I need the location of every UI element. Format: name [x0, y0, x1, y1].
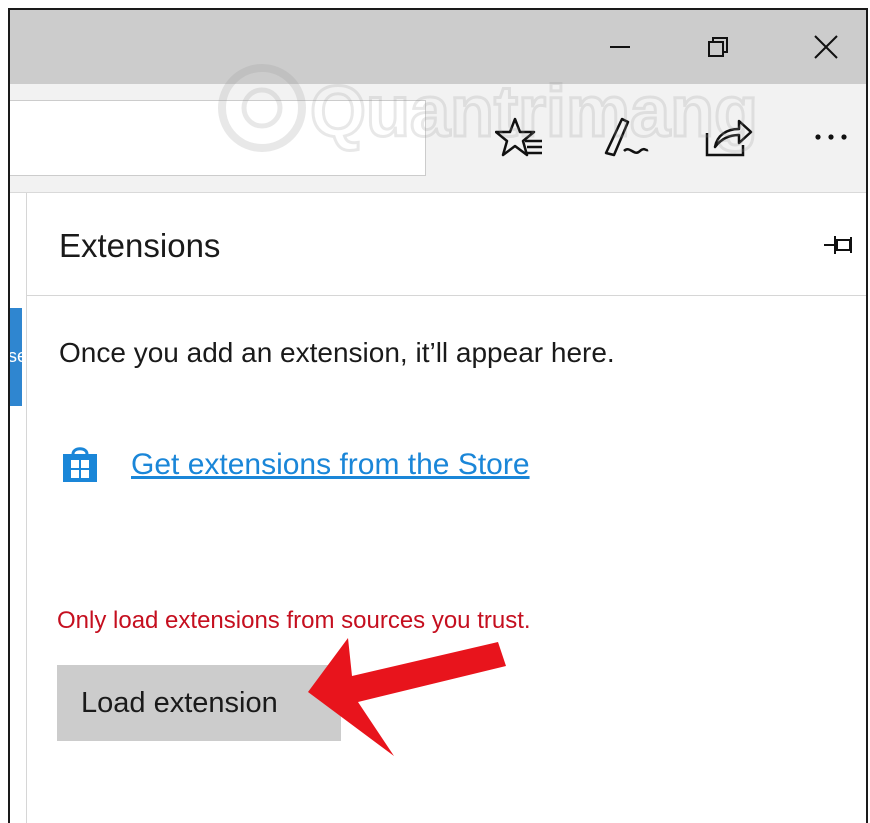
- pin-icon: [824, 236, 852, 254]
- page-content-edge: [10, 193, 26, 823]
- page-side-tab-text: se: [10, 346, 22, 367]
- pin-button[interactable]: [823, 231, 857, 259]
- store-bag-icon: [63, 447, 97, 482]
- close-button[interactable]: [796, 10, 856, 84]
- more-button[interactable]: [796, 104, 866, 170]
- store-link[interactable]: Get extensions from the Store: [59, 443, 530, 487]
- red-arrow-annotation: [308, 638, 506, 756]
- store-link-text[interactable]: Get extensions from the Store: [131, 448, 530, 482]
- empty-extensions-message: Once you add an extension, it’ll appear …: [59, 337, 615, 368]
- quantrimang-watermark: Quantrimang: [218, 64, 760, 154]
- trust-warning: Only load extensions from sources you tr…: [57, 607, 531, 634]
- close-icon: [814, 35, 838, 59]
- more-icon: [815, 134, 847, 140]
- panel-title: Extensions: [59, 227, 221, 264]
- watermark-text: Quantrimang: [310, 72, 758, 152]
- arrow-shape: [308, 638, 506, 756]
- panel-header: Extensions: [27, 193, 866, 296]
- page-side-tab[interactable]: se: [10, 308, 22, 406]
- load-extension-button[interactable]: Load extension: [57, 665, 341, 741]
